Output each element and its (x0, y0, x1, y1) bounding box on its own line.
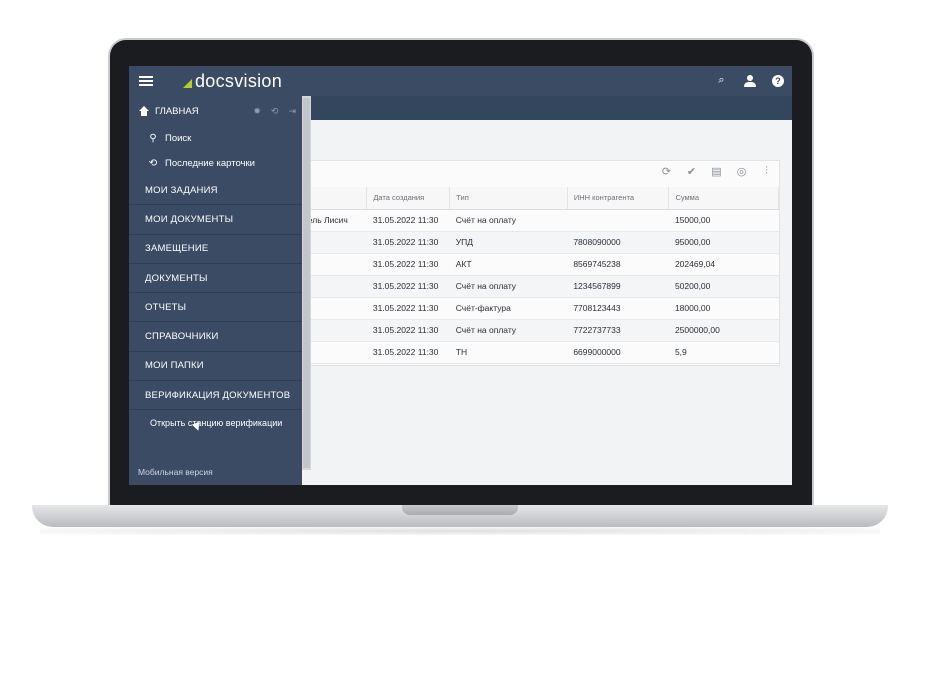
cell-date: 31.05.2022 11:30 (366, 297, 450, 320)
table-row[interactable]: 31.05.2022 11:30 АКТ 8569745238 202469,0… (304, 253, 779, 276)
cell-type: Счёт на оплату (449, 275, 568, 298)
cell-date: 31.05.2022 11:30 (366, 275, 450, 298)
refresh-icon[interactable]: ⟳ (660, 165, 673, 178)
cell-name (304, 319, 367, 342)
menu-icon[interactable] (139, 76, 153, 86)
cell-inn: 6699000000 (567, 341, 669, 364)
pin-icon[interactable]: ⇥ (288, 106, 296, 117)
table-row[interactable]: тель Лисич 31.05.2022 11:30 Счёт на опла… (304, 209, 779, 232)
column-header-type[interactable]: Тип (449, 187, 568, 210)
cell-date: 31.05.2022 11:30 (366, 253, 450, 276)
sync-icon[interactable]: ⟲ (271, 106, 279, 117)
sidebar-item-documents[interactable]: ДОКУМЕНТЫ (129, 264, 302, 294)
cell-inn: 7808090000 (567, 231, 669, 254)
column-header-amount[interactable]: Сумма (668, 187, 779, 210)
open-verification-station-link[interactable]: Открыть станцию верификации (129, 410, 302, 435)
sidebar-item-reports[interactable]: ОТЧЕТЫ (129, 293, 302, 323)
open-verification-station-label: Открыть станцию верификации (150, 417, 283, 428)
cell-amount: 18000,00 (668, 297, 779, 320)
table-row[interactable]: 31.05.2022 11:30 Счёт на оплату 12345678… (304, 275, 779, 298)
sidebar-recent-label: Последние карточки (165, 158, 255, 169)
cell-inn (567, 209, 669, 232)
sidebar-item-my-documents[interactable]: МОИ ДОКУМЕНТЫ (129, 205, 302, 235)
sidebar-item-my-folders[interactable]: МОИ ПАПКИ (129, 352, 302, 382)
sidebar: ГЛАВНАЯ ✹ ⟲ ⇥ ⚲ Поиск ⟲ Последние карточ… (129, 96, 302, 485)
app-logo[interactable]: docsvision (183, 71, 282, 92)
sidebar-scrollbar[interactable] (302, 96, 311, 470)
table-row[interactable]: 31.05.2022 11:30 Счёт-фактура 7708123443… (304, 297, 779, 320)
cell-type: Счёт на оплату (449, 319, 568, 342)
sidebar-item-my-tasks[interactable]: МОИ ЗАДАНИЯ (129, 176, 302, 206)
sidebar-item-recent[interactable]: ⟲ Последние карточки (129, 151, 302, 176)
settings-circle-icon[interactable]: ◎ (735, 165, 748, 178)
table-row[interactable]: 31.05.2022 11:30 УПД 7808090000 95000,00 (304, 231, 779, 254)
column-header[interactable] (304, 187, 368, 210)
search-icon[interactable]: ⌕ (715, 74, 728, 87)
top-icons: ⌕ ? (715, 74, 784, 87)
cell-type: АКТ (449, 253, 568, 276)
home-icon (139, 106, 149, 116)
cell-amount: 2500000,00 (668, 319, 779, 342)
sidebar-item-substitution[interactable]: ЗАМЕЩЕНИЕ (129, 235, 302, 264)
cell-date: 31.05.2022 11:30 (366, 341, 450, 364)
cell-amount: 15000,00 (668, 209, 779, 232)
cell-name: тель Лисич (304, 209, 367, 232)
cell-name (304, 231, 367, 254)
cell-type: Счёт на оплату (449, 209, 568, 232)
cell-amount: 95000,00 (668, 231, 779, 254)
table-toolbar: ⟳ ✔ ▤ ◎ ⫶ (660, 165, 773, 178)
sidebar-item-home[interactable]: ГЛАВНАЯ ✹ ⟲ ⇥ (129, 96, 302, 126)
sidebar-home-label: ГЛАВНАЯ (155, 105, 199, 117)
laptop-notch (402, 505, 518, 515)
cell-inn: 1234567899 (567, 275, 669, 298)
sidebar-item-search[interactable]: ⚲ Поиск (129, 126, 302, 151)
cell-name (304, 297, 367, 320)
cell-type: Счёт-фактура (449, 297, 568, 320)
cell-date: 31.05.2022 11:30 (366, 209, 450, 232)
sidebar-search-label: Поиск (165, 133, 192, 144)
cell-inn: 7722737733 (567, 319, 669, 342)
filter-sliders-icon[interactable]: ⫶ (760, 165, 773, 178)
cell-inn: 7708123443 (567, 297, 669, 320)
cell-inn: 8569745238 (567, 253, 669, 276)
column-header-inn[interactable]: ИНН контрагента (567, 187, 670, 210)
documents-table: Дата создания Тип ИНН контрагента Сумма … (304, 187, 779, 364)
cell-date: 31.05.2022 11:30 (366, 319, 450, 342)
table-row[interactable]: 31.05.2022 11:30 Счёт на оплату 77227377… (304, 319, 779, 342)
sidebar-scroll-thumb[interactable] (303, 98, 310, 468)
logo-mark-icon (183, 78, 192, 88)
column-header-date[interactable]: Дата создания (366, 187, 451, 210)
excel-export-icon[interactable]: ▤ (710, 165, 723, 178)
cell-name (304, 275, 367, 298)
user-icon[interactable] (744, 74, 756, 87)
top-app-bar: docsvision ⌕ ? (129, 66, 792, 96)
search-icon: ⚲ (149, 133, 157, 144)
cell-type: ТН (449, 341, 568, 364)
gear-icon[interactable]: ✹ (253, 106, 261, 117)
table-header-row: Дата создания Тип ИНН контрагента Сумма (304, 187, 779, 210)
documents-panel: ⟳ ✔ ▤ ◎ ⫶ Дата создания Тип ИНН контраге… (303, 160, 780, 366)
sidebar-head-icons: ✹ ⟲ ⇥ (253, 106, 296, 117)
cell-amount: 5,9 (668, 341, 779, 364)
cell-type: УПД (449, 231, 568, 254)
cell-amount: 202469,04 (668, 253, 779, 276)
cell-name (304, 341, 367, 364)
history-icon: ⟲ (148, 158, 158, 169)
sidebar-item-document-verification[interactable]: ВЕРИФИКАЦИЯ ДОКУМЕНТОВ (129, 381, 302, 411)
laptop-screen: docsvision ⌕ ? ⟳ ✔ ▤ ◎ ⫶ Дата создания Т… (129, 66, 792, 485)
check-all-icon[interactable]: ✔ (685, 165, 698, 178)
cell-date: 31.05.2022 11:30 (366, 231, 450, 254)
mobile-version-link[interactable]: Мобильная версия (138, 467, 213, 477)
sidebar-item-directories[interactable]: СПРАВОЧНИКИ (129, 322, 302, 352)
help-icon[interactable]: ? (772, 74, 784, 87)
table-row[interactable]: 31.05.2022 11:30 ТН 6699000000 5,9 (304, 341, 779, 364)
cell-amount: 50200,00 (668, 275, 779, 298)
cell-name (304, 253, 367, 276)
logo-text: docsvision (195, 70, 283, 91)
laptop-shadow (40, 527, 880, 535)
